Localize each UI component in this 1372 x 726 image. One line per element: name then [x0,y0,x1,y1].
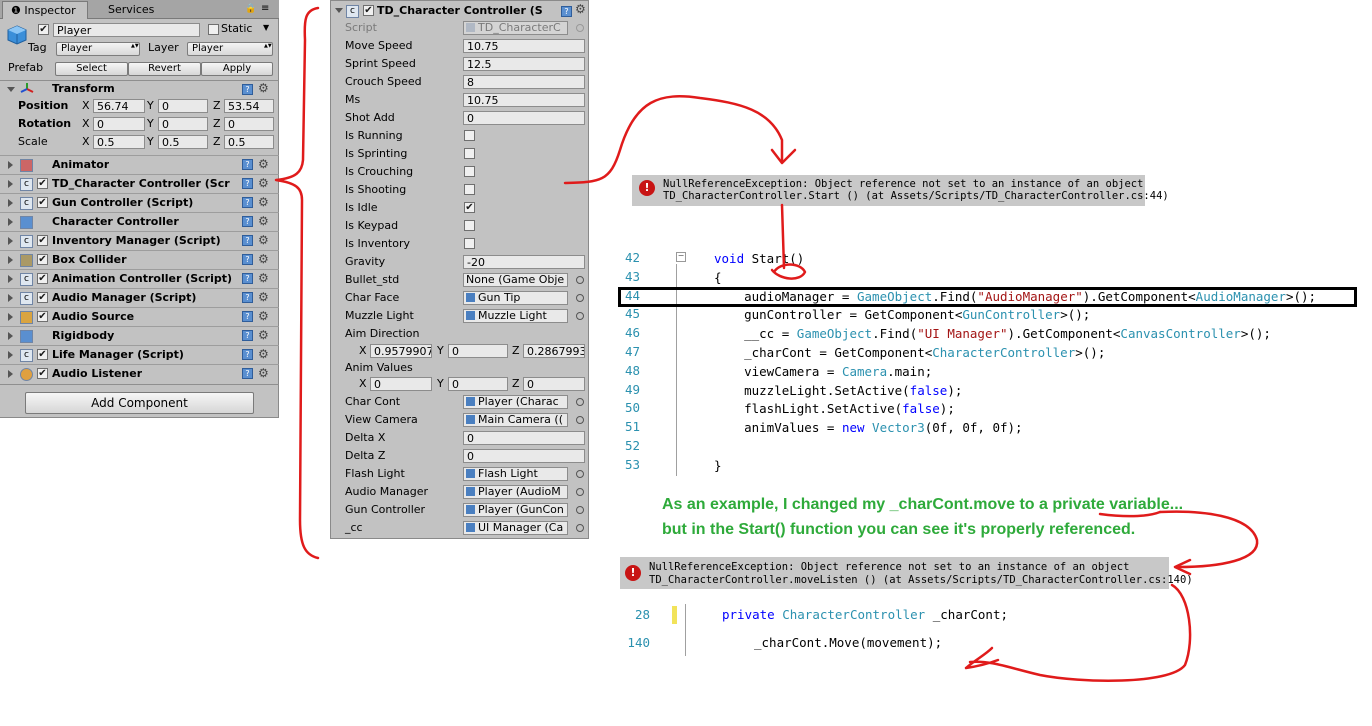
brace-annotation [274,6,320,560]
underline-move [1098,510,1162,518]
arrow-to-line-44 [780,203,786,270]
arrow-to-line-140 [968,583,1192,682]
red-annotation-overlay [274,6,1259,682]
arrow-to-error-1 [563,95,784,185]
arrowhead [770,263,807,280]
arrow-to-error-2 [1158,510,1259,569]
arrowhead [770,148,797,165]
arrowhead [964,646,1000,670]
